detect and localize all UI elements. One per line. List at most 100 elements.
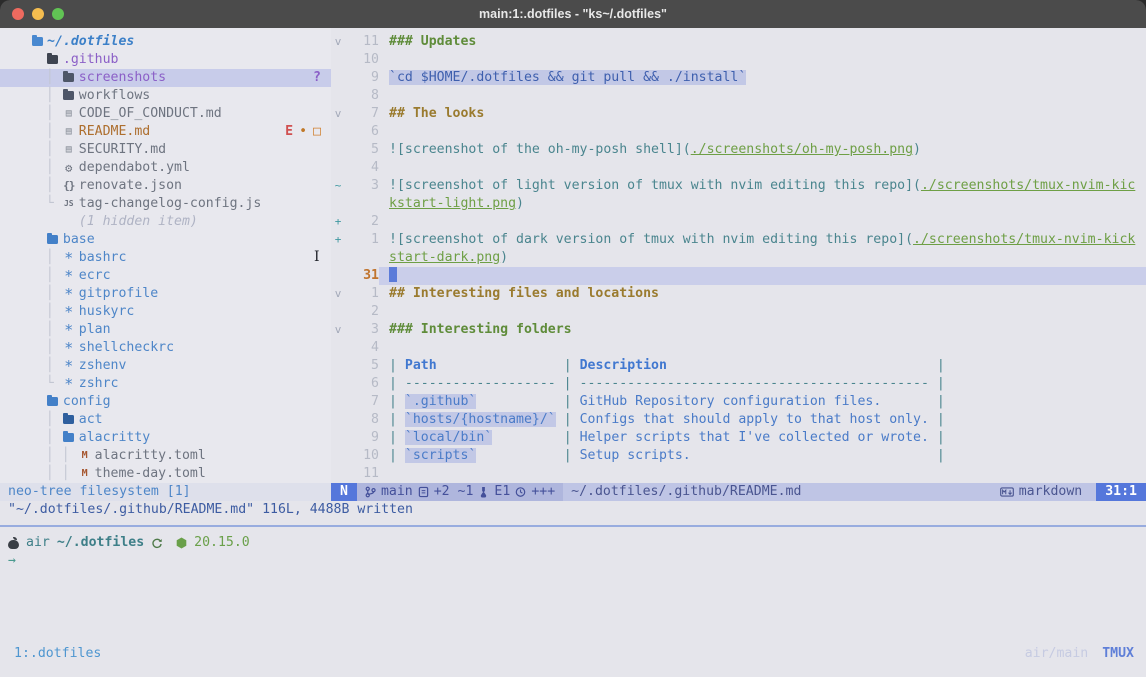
tree-item-label: CODE_OF_CONDUCT.md	[79, 105, 222, 123]
editor-line[interactable]: kstart-light.png)	[331, 195, 1146, 213]
editor-line[interactable]: 6| ------------------- | ---------------…	[331, 375, 1146, 393]
tree-item-bashrc[interactable]: │ *bashrc	[0, 249, 331, 267]
tree-item-security-md[interactable]: │ ▤SECURITY.md	[0, 141, 331, 159]
editor-line[interactable]: 5![screenshot of the oh-my-posh shell](.…	[331, 141, 1146, 159]
tree-item-label: (1 hidden item)	[79, 213, 198, 231]
tree-item-ecrc[interactable]: │ *ecrc	[0, 267, 331, 285]
editor-line[interactable]: 9| `local/bin` | Helper scripts that I'v…	[331, 429, 1146, 447]
indent-guide	[30, 393, 46, 411]
tree-item-base[interactable]: base	[0, 231, 331, 249]
editor-line[interactable]: 10	[331, 51, 1146, 69]
tree-item-label: ~/.dotfiles	[47, 33, 134, 51]
tree-item-dotfiles[interactable]: ~/.dotfiles	[0, 33, 331, 51]
editor-line[interactable]: 5| Path | Description |	[331, 357, 1146, 375]
folder-shape	[63, 433, 74, 442]
tree-item-zshenv[interactable]: │ *zshenv	[0, 357, 331, 375]
line-segment: |	[881, 394, 945, 409]
tree-item-shellcheckrc[interactable]: │ *shellcheckrc	[0, 339, 331, 357]
flask-icon	[478, 486, 489, 498]
editor-line[interactable]: 10| `scripts` | Setup scripts. |	[331, 447, 1146, 465]
line-segment: |	[389, 448, 405, 463]
prompt-arrow[interactable]: →	[0, 552, 1146, 570]
tmux-window-label[interactable]: 1:.dotfiles	[0, 644, 101, 664]
line-segment: |	[492, 430, 579, 445]
line-segment: Helper scripts that I've collected or wr…	[580, 430, 929, 445]
titlebar[interactable]: main:1:.dotfiles - "ks~/.dotfiles"	[0, 0, 1146, 28]
star-icon: *	[62, 303, 76, 321]
fold-gutter	[331, 429, 345, 447]
md-icon: ▤	[62, 105, 76, 123]
editor-line[interactable]: 8| `hosts/{hostname}/` | Configs that sh…	[331, 411, 1146, 429]
tree-item-workflows[interactable]: │ workflows	[0, 87, 331, 105]
editor-line[interactable]: +2	[331, 213, 1146, 231]
tree-item-1-hidden-item[interactable]: (1 hidden item)	[0, 213, 331, 231]
tree-item-tag-changelog-config-js[interactable]: └ JStag-changelog-config.js	[0, 195, 331, 213]
tree-item-label: act	[79, 411, 103, 429]
editor-pane[interactable]: v11### Updates109`cd $HOME/.dotfiles && …	[331, 28, 1146, 488]
indent-guide: │ │	[30, 447, 78, 465]
tree-item-act[interactable]: │ act	[0, 411, 331, 429]
fold-gutter: v	[331, 33, 345, 51]
line-segment: )	[516, 196, 524, 211]
editor-line[interactable]: 31	[331, 267, 1146, 285]
star-icon: *	[62, 375, 76, 393]
editor-line[interactable]: v7## The looks	[331, 105, 1146, 123]
editor-line[interactable]: 11	[331, 465, 1146, 483]
fold-gutter: v	[331, 105, 345, 123]
tree-item-theme-day-toml[interactable]: │ │ Mtheme-day.toml	[0, 465, 331, 483]
tree-item-screenshots[interactable]: │ screenshots?	[0, 69, 331, 87]
editor-line[interactable]: start-dark.png)	[331, 249, 1146, 267]
indent-guide: └	[30, 375, 62, 393]
line-segment: |	[929, 412, 945, 427]
tree-item-renovate-json[interactable]: │ {}renovate.json	[0, 177, 331, 195]
editor-line[interactable]: v11### Updates	[331, 33, 1146, 51]
line-number	[345, 195, 379, 213]
tree-item-github[interactable]: .github	[0, 51, 331, 69]
editor-line[interactable]: 2	[331, 303, 1146, 321]
editor-line[interactable]: 4	[331, 339, 1146, 357]
tmux-pane-border[interactable]	[0, 525, 1146, 527]
tree-item-alacritty[interactable]: │ alacritty	[0, 429, 331, 447]
folder-shape	[63, 415, 74, 424]
toml-icon: M	[78, 447, 92, 465]
editor-line[interactable]: 7| `.github` | GitHub Repository configu…	[331, 393, 1146, 411]
line-segment: Path	[405, 358, 437, 373]
line-segment: |	[929, 430, 945, 445]
line-segment: ![screenshot of the oh-my-posh shell](	[389, 142, 691, 157]
fold-gutter	[331, 87, 345, 105]
tree-item-zshrc[interactable]: └ *zshrc	[0, 375, 331, 393]
tree-item-alacritty-toml[interactable]: │ │ Malacritty.toml	[0, 447, 331, 465]
tree-item-config[interactable]: config	[0, 393, 331, 411]
line-segment: |	[389, 358, 405, 373]
folder-shape	[63, 73, 74, 82]
fold-gutter: ~	[331, 177, 345, 195]
editor-line[interactable]: 8	[331, 87, 1146, 105]
editor-line[interactable]: ~3![screenshot of light version of tmux …	[331, 177, 1146, 195]
editor-line[interactable]: +1![screenshot of dark version of tmux w…	[331, 231, 1146, 249]
line-text	[379, 123, 1146, 141]
editor-line[interactable]: v1## Interesting files and locations	[331, 285, 1146, 303]
tree-item-code-of-conduct-md[interactable]: │ ▤CODE_OF_CONDUCT.md	[0, 105, 331, 123]
fold-gutter: +	[331, 231, 345, 249]
editor-line[interactable]: 4	[331, 159, 1146, 177]
indent-guide: └	[30, 195, 62, 213]
editor-line[interactable]: v3### Interesting folders	[331, 321, 1146, 339]
line-number: 1	[345, 285, 379, 303]
git-diff-counts: +2 ~1	[434, 483, 474, 501]
indent-guide: │	[30, 123, 62, 141]
tree-item-gitprofile[interactable]: │ *gitprofile	[0, 285, 331, 303]
tree-item-label: ecrc	[79, 267, 111, 285]
line-number: 7	[345, 393, 379, 411]
apple-icon	[8, 537, 19, 549]
line-text	[379, 159, 1146, 177]
editor-line[interactable]: 9`cd $HOME/.dotfiles && git pull && ./in…	[331, 69, 1146, 87]
terminal-window: main:1:.dotfiles - "ks~/.dotfiles" ~/.do…	[0, 0, 1146, 677]
editor-line[interactable]: 6	[331, 123, 1146, 141]
tree-item-huskyrc[interactable]: │ *huskyrc	[0, 303, 331, 321]
line-segment: `cd $HOME/.dotfiles && git pull && ./ins…	[389, 70, 746, 85]
tree-item-readme-md[interactable]: │ ▤README.mdE•□	[0, 123, 331, 141]
tree-item-dependabot-yml[interactable]: │ ⚙dependabot.yml	[0, 159, 331, 177]
shell-pane[interactable]: air ~/.dotfiles 20.15.0 →	[0, 534, 1146, 570]
tree-item-plan[interactable]: │ *plan	[0, 321, 331, 339]
line-number: 7	[345, 105, 379, 123]
